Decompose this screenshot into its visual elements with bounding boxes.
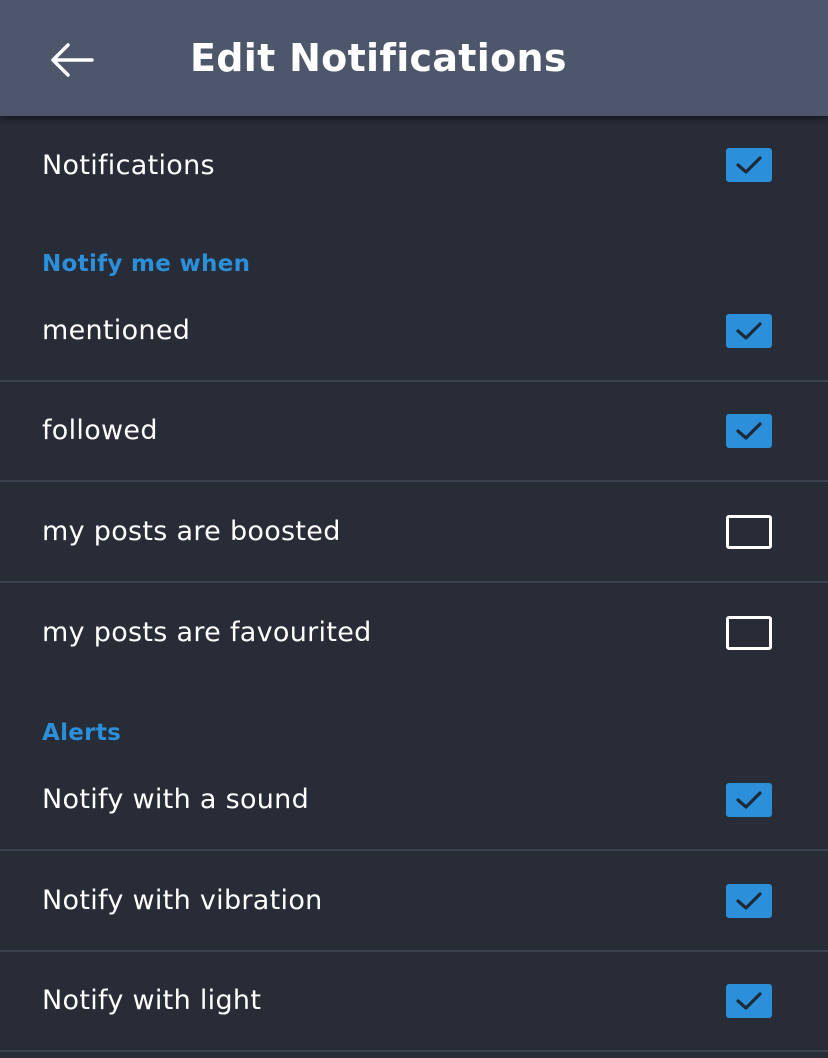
section-header-notify-me-when: Notify me when (42, 251, 251, 277)
notifications-checkbox[interactable] (726, 148, 772, 182)
notify-item-checkbox[interactable] (726, 414, 772, 448)
section-header-alerts: Alerts (42, 720, 122, 746)
notify-item-boosted[interactable]: my posts are boosted (0, 483, 828, 583)
notify-item-checkbox[interactable] (726, 616, 772, 650)
checkmark-icon (736, 791, 762, 809)
notify-item-checkbox[interactable] (726, 515, 772, 549)
back-button[interactable] (30, 26, 114, 96)
notify-item-mentioned[interactable]: mentioned (0, 282, 828, 382)
alert-item-light[interactable]: Notify with light (0, 952, 828, 1052)
toolbar: Edit Notifications (0, 0, 828, 116)
notify-item-label: followed (42, 415, 158, 446)
notify-item-label: my posts are favourited (42, 617, 372, 648)
checkmark-icon (736, 992, 762, 1010)
alert-item-label: Notify with light (42, 985, 262, 1016)
arrow-left-icon (51, 43, 94, 77)
notifications-label: Notifications (42, 150, 215, 181)
notifications-toggle-row[interactable]: Notifications (0, 116, 828, 216)
notify-item-checkbox[interactable] (726, 314, 772, 348)
notify-item-followed[interactable]: followed (0, 382, 828, 482)
alert-item-checkbox[interactable] (726, 984, 772, 1018)
checkmark-icon (736, 322, 762, 340)
alert-item-checkbox[interactable] (726, 783, 772, 817)
checkmark-icon (736, 156, 762, 174)
notify-item-favourited[interactable]: my posts are favourited (0, 584, 828, 684)
checkmark-icon (736, 422, 762, 440)
checkmark-icon (736, 892, 762, 910)
alert-item-label: Notify with vibration (42, 885, 323, 916)
alert-item-label: Notify with a sound (42, 784, 310, 815)
alert-item-sound[interactable]: Notify with a sound (0, 751, 828, 851)
edit-notifications-screen: Edit Notifications Notifications Notify … (0, 0, 828, 1058)
page-title: Edit Notifications (190, 36, 567, 80)
alert-item-vibration[interactable]: Notify with vibration (0, 852, 828, 952)
notify-item-label: mentioned (42, 315, 191, 346)
alert-item-checkbox[interactable] (726, 884, 772, 918)
notify-item-label: my posts are boosted (42, 516, 341, 547)
